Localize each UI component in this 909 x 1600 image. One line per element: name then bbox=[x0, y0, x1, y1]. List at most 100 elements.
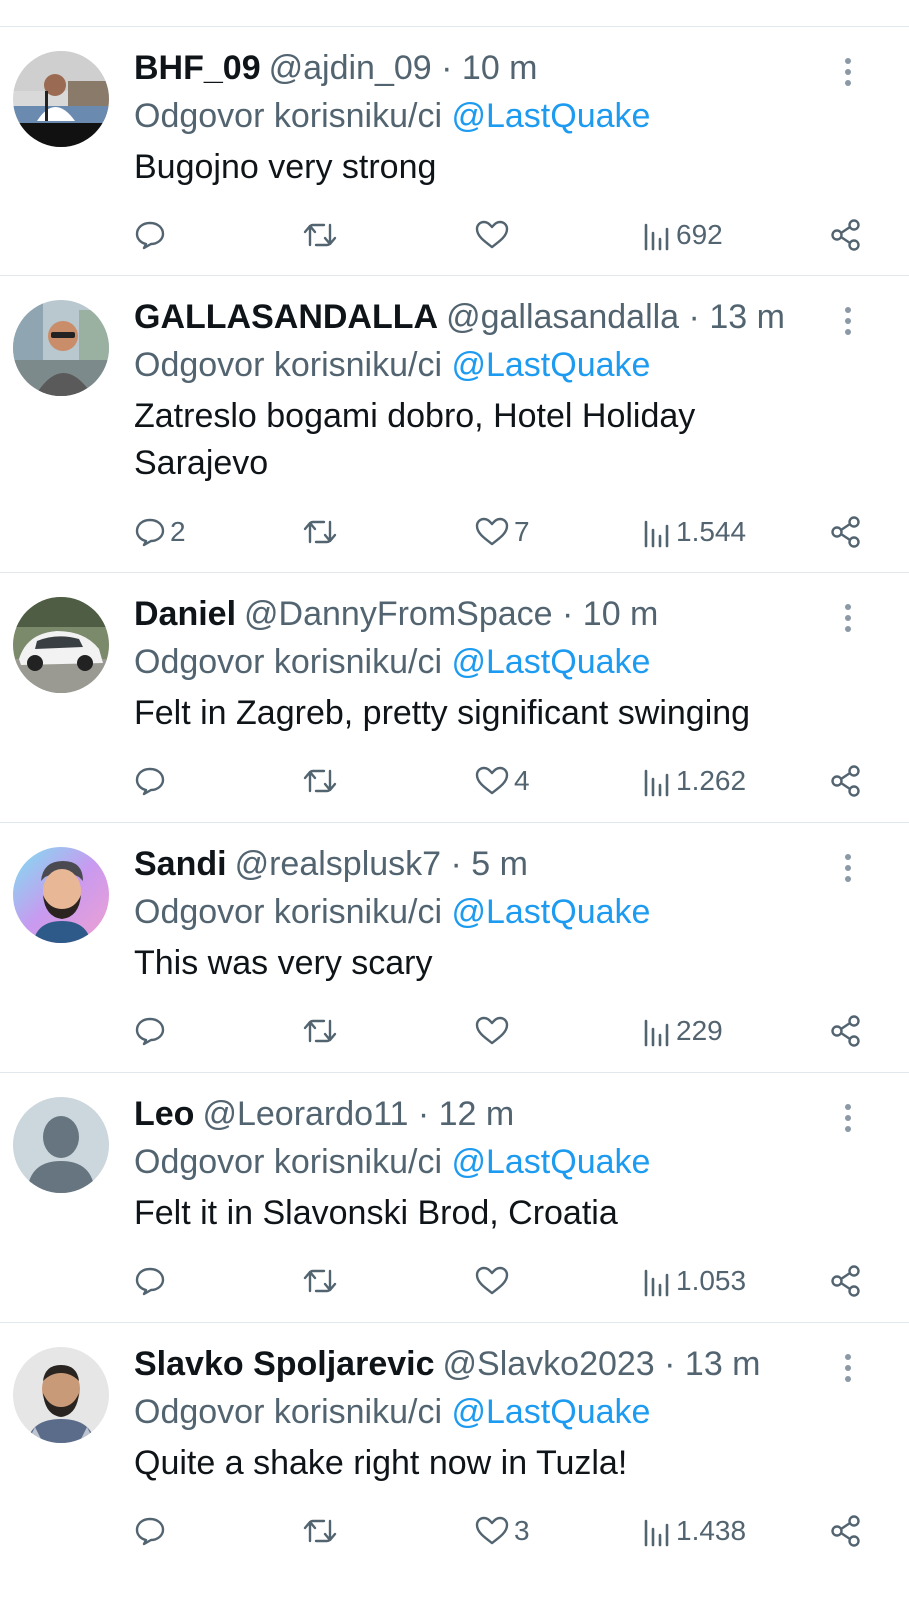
tweet[interactable]: BHF_09 @ajdin_09 · 10 m Odgovor korisniku… bbox=[0, 27, 909, 276]
share-icon bbox=[831, 765, 860, 797]
share-icon bbox=[831, 219, 860, 251]
avatar[interactable] bbox=[13, 847, 109, 943]
views-button[interactable]: 1.544 bbox=[642, 512, 746, 552]
retweet-button[interactable] bbox=[302, 215, 338, 255]
tweet[interactable]: Leo @Leorardo11 · 12 m Odgovor korisniku/… bbox=[0, 1073, 909, 1323]
handle-text: @ajdin_09 bbox=[268, 49, 432, 87]
views-button[interactable]: 229 bbox=[642, 1011, 723, 1051]
avatar[interactable] bbox=[13, 597, 109, 693]
reply-context: Odgovor korisniku/ci @LastQuake bbox=[134, 1137, 849, 1187]
handle[interactable]: @ajdin_09 · 10 m bbox=[269, 49, 538, 87]
handle-text: @DannyFromSpace bbox=[244, 595, 553, 633]
tweet[interactable]: Slavko Spoljarevic @Slavko2023 · 13 m Odg… bbox=[0, 1323, 909, 1583]
handle-text: @realsplusk7 bbox=[234, 845, 442, 883]
reply-button[interactable] bbox=[134, 761, 170, 801]
handle[interactable]: @Leorardo11 · 12 m bbox=[202, 1095, 514, 1133]
display-name[interactable]: Sandi bbox=[134, 845, 227, 883]
share-button[interactable] bbox=[829, 1261, 863, 1301]
tweet[interactable]: Sandi @realsplusk7 · 5 m Odgovor korisnik… bbox=[0, 823, 909, 1073]
retweet-icon bbox=[303, 1519, 337, 1543]
heart-icon bbox=[475, 766, 509, 795]
tweet-text-line: Felt it in Slavonski Brod, Croatia bbox=[134, 1194, 618, 1232]
reply-count: 2 bbox=[170, 516, 186, 547]
display-name[interactable]: BHF_09 bbox=[134, 49, 261, 87]
like-button[interactable]: 3 bbox=[474, 1511, 530, 1551]
reply-to-link[interactable]: @LastQuake bbox=[451, 893, 650, 931]
action-bar: 229 bbox=[134, 1011, 863, 1051]
like-button[interactable]: 7 bbox=[474, 512, 530, 552]
timestamp: 13 m bbox=[684, 1345, 761, 1383]
reply-icon bbox=[135, 221, 165, 250]
handle[interactable]: @DannyFromSpace · 10 m bbox=[244, 595, 658, 633]
views-button[interactable]: 692 bbox=[642, 215, 723, 255]
avatar[interactable] bbox=[13, 51, 109, 147]
handle-text: @Leorardo11 bbox=[202, 1095, 409, 1133]
like-button[interactable] bbox=[474, 1011, 514, 1051]
share-button[interactable] bbox=[829, 761, 863, 801]
retweet-button[interactable] bbox=[302, 1261, 338, 1301]
reply-button[interactable] bbox=[134, 1011, 170, 1051]
tweet-text: Felt it in Slavonski Brod, Croatia bbox=[134, 1190, 849, 1237]
retweet-button[interactable] bbox=[302, 512, 338, 552]
reply-to-link[interactable]: @LastQuake bbox=[451, 346, 650, 384]
view-count: 1.053 bbox=[676, 1265, 747, 1296]
tweet-text-line: Felt in Zagreb, pretty significant swing… bbox=[134, 694, 751, 732]
like-button[interactable] bbox=[474, 215, 514, 255]
avatar[interactable] bbox=[13, 300, 109, 396]
reply-to-link[interactable]: @LastQuake bbox=[451, 97, 650, 135]
more-vertical-icon[interactable] bbox=[844, 853, 852, 883]
share-icon bbox=[831, 1265, 860, 1297]
retweet-icon bbox=[303, 223, 337, 247]
display-name[interactable]: Slavko Spoljarevic bbox=[134, 1345, 435, 1383]
retweet-button[interactable] bbox=[302, 1511, 338, 1551]
share-button[interactable] bbox=[829, 1511, 863, 1551]
view-count: 229 bbox=[676, 1015, 723, 1046]
tweet[interactable]: Daniel @DannyFromSpace · 10 m Odgovor kor… bbox=[0, 573, 909, 823]
more-vertical-icon[interactable] bbox=[844, 57, 852, 87]
retweet-button[interactable] bbox=[302, 1011, 338, 1051]
reply-prefix: Odgovor korisniku/ci bbox=[134, 346, 443, 384]
retweet-icon bbox=[303, 769, 337, 793]
more-vertical-icon[interactable] bbox=[844, 603, 852, 633]
reply-button[interactable] bbox=[134, 215, 170, 255]
display-name[interactable]: Leo bbox=[134, 1095, 194, 1133]
avatar[interactable] bbox=[13, 1097, 109, 1193]
reply-button[interactable] bbox=[134, 1511, 170, 1551]
more-vertical-icon[interactable] bbox=[844, 1103, 852, 1133]
reply-button[interactable] bbox=[134, 1261, 170, 1301]
heart-icon bbox=[475, 517, 509, 546]
action-bar: 3 1.438 bbox=[134, 1511, 863, 1551]
like-count: 3 bbox=[514, 1515, 530, 1546]
tweet[interactable]: GALLASANDALLA @gallasandalla · 13 m Odgov… bbox=[0, 276, 909, 573]
timestamp: 13 m bbox=[709, 298, 785, 336]
like-count: 7 bbox=[514, 516, 530, 547]
more-vertical-icon[interactable] bbox=[844, 306, 852, 336]
share-button[interactable] bbox=[829, 512, 863, 552]
reply-to-link[interactable]: @LastQuake bbox=[451, 1393, 650, 1431]
reply-context: Odgovor korisniku/ci @LastQuake bbox=[134, 887, 849, 937]
reply-button[interactable]: 2 bbox=[134, 512, 186, 552]
share-button[interactable] bbox=[829, 215, 863, 255]
views-button[interactable]: 1.438 bbox=[642, 1511, 746, 1551]
like-button[interactable] bbox=[474, 1261, 514, 1301]
reply-icon bbox=[135, 518, 165, 547]
reply-to-link[interactable]: @LastQuake bbox=[451, 1143, 650, 1181]
more-vertical-icon[interactable] bbox=[844, 1353, 852, 1383]
like-button[interactable]: 4 bbox=[474, 761, 530, 801]
tweet-content: BHF_09 @ajdin_09 · 10 m Odgovor korisniku… bbox=[134, 45, 849, 191]
handle[interactable]: @realsplusk7 · 5 m bbox=[235, 845, 528, 883]
avatar[interactable] bbox=[13, 1347, 109, 1443]
action-bar: 4 1.262 bbox=[134, 761, 863, 801]
heart-icon bbox=[475, 1516, 509, 1545]
handle[interactable]: @gallasandalla · 13 m bbox=[446, 298, 785, 336]
display-name[interactable]: GALLASANDALLA bbox=[134, 298, 438, 336]
handle-text: @gallasandalla bbox=[446, 298, 680, 336]
retweet-button[interactable] bbox=[302, 761, 338, 801]
reply-to-link[interactable]: @LastQuake bbox=[451, 643, 650, 681]
views-button[interactable]: 1.053 bbox=[642, 1261, 746, 1301]
handle[interactable]: @Slavko2023 · 13 m bbox=[443, 1345, 761, 1383]
views-button[interactable]: 1.262 bbox=[642, 761, 746, 801]
views-chart-icon bbox=[644, 1269, 669, 1297]
display-name[interactable]: Daniel bbox=[134, 595, 236, 633]
share-button[interactable] bbox=[829, 1011, 863, 1051]
